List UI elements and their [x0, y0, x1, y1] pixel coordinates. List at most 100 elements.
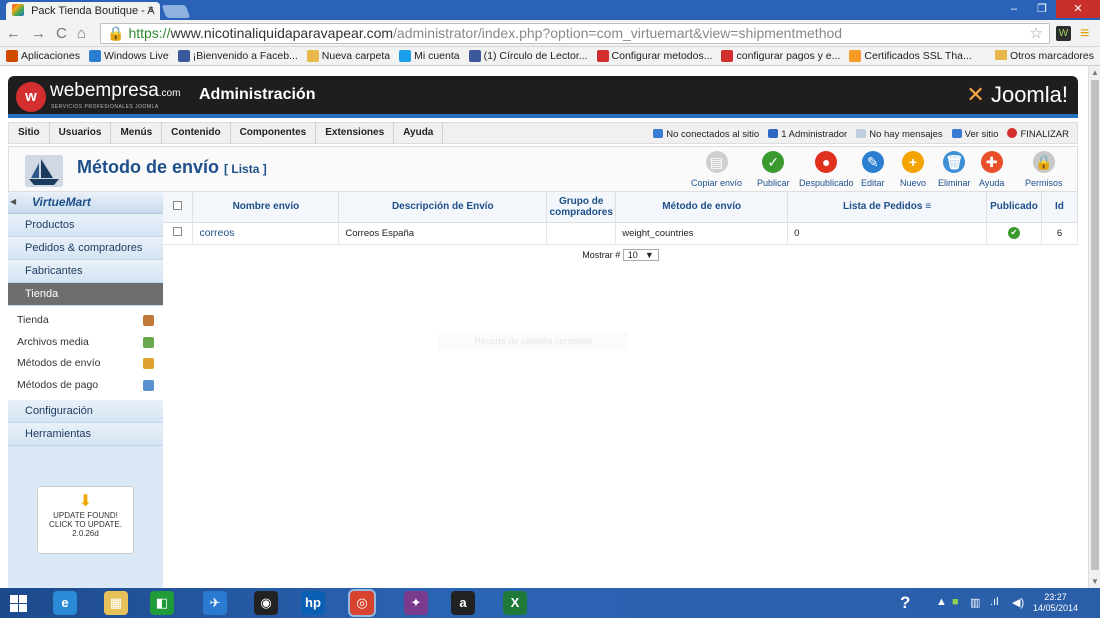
cell-lista-pedidos: 0	[787, 222, 987, 245]
bookmark-item[interactable]: Windows Live	[88, 50, 169, 62]
submenu-tienda[interactable]: Tienda	[8, 310, 163, 332]
bookmark-label: Nueva carpeta	[321, 50, 391, 62]
sidebar-item-pedidos[interactable]: Pedidos & compradores	[8, 237, 163, 260]
submenu-archivos-media[interactable]: Archivos media	[8, 332, 163, 354]
volume-icon[interactable]: ◀)	[1012, 596, 1024, 609]
other-bookmarks[interactable]: Otros marcadores	[995, 50, 1094, 62]
network-icon[interactable]: ▥	[970, 596, 980, 609]
publish-button[interactable]: ✓ Publicar	[757, 151, 790, 188]
close-window-button[interactable]: ✕	[1056, 0, 1100, 18]
sidebar-item-productos[interactable]: Productos	[8, 214, 163, 237]
menu-item-contenido[interactable]: Contenido	[162, 122, 231, 144]
update-button[interactable]: ⬇ UPDATE FOUND! CLICK TO UPDATE. 2.0.26d	[37, 486, 134, 554]
tray-expand-icon[interactable]: ▲	[936, 596, 947, 608]
edit-button[interactable]: ✎ Editar	[861, 151, 885, 188]
menu-item-usuarios[interactable]: Usuarios	[50, 122, 112, 144]
scroll-down-icon[interactable]: ▼	[1091, 577, 1099, 586]
bookmark-item[interactable]: (1) Círculo de Lector...	[468, 50, 588, 62]
select-all-header	[163, 192, 194, 223]
reload-icon[interactable]: C	[56, 25, 67, 42]
browser-tab[interactable]: Pack Tienda Boutique - A ×	[6, 2, 160, 20]
clock[interactable]: 23:27 14/05/2014	[1033, 592, 1078, 614]
bookmark-item[interactable]: Nueva carpeta	[306, 50, 391, 62]
new-button[interactable]: + Nuevo	[900, 151, 926, 188]
tray-app-icon[interactable]: ■	[952, 596, 959, 608]
bookmark-item[interactable]: ¡Bienvenido a Faceb...	[177, 50, 298, 62]
taskbar-app-icon[interactable]: ◎	[348, 589, 376, 617]
bookmark-item[interactable]: Mi cuenta	[399, 50, 460, 62]
cell-publicado: ✔	[986, 222, 1042, 245]
col-id[interactable]: Id	[1041, 192, 1079, 223]
cell-grupo	[546, 222, 617, 245]
delete-button[interactable]: 🗑 Eliminar	[938, 151, 971, 188]
submenu-metodos-pago[interactable]: Métodos de pago	[8, 375, 163, 397]
windows-start-icon[interactable]	[10, 595, 27, 612]
bookmark-star-icon[interactable]: ☆	[1030, 24, 1043, 42]
cell-id: 6	[1041, 222, 1079, 245]
taskbar-app-icon[interactable]: ✦	[404, 591, 428, 615]
submenu-metodos-envio[interactable]: Métodos de envío	[8, 353, 163, 375]
menu-item-extensiones[interactable]: Extensiones	[316, 122, 395, 144]
minimize-button[interactable]: –	[1000, 0, 1028, 18]
col-lista-pedidos[interactable]: Lista de Pedidos ≡	[787, 192, 987, 223]
limit-select[interactable]: 10 ▼	[622, 248, 659, 261]
home-icon[interactable]: ⌂	[77, 25, 86, 42]
payment-icon	[143, 379, 154, 391]
taskbar-app-icon[interactable]: a	[451, 591, 475, 615]
forward-icon[interactable]: →	[31, 25, 46, 42]
taskbar-app-icon[interactable]: e	[53, 591, 77, 615]
sidebar-item-fabricantes[interactable]: Fabricantes	[8, 260, 163, 283]
sidebar-item-tienda[interactable]: Tienda	[8, 283, 163, 306]
back-icon[interactable]: ←	[6, 25, 21, 42]
taskbar-app-icon[interactable]: ◉	[254, 591, 278, 615]
unpublish-button[interactable]: ● Despublicado	[799, 151, 854, 188]
chrome-menu-icon[interactable]: ≡	[1080, 25, 1089, 43]
tab-close-icon[interactable]: ×	[148, 4, 154, 16]
scroll-thumb[interactable]	[1091, 80, 1099, 570]
signal-icon[interactable]: .ıl	[990, 596, 999, 608]
menu-item-ayuda[interactable]: Ayuda	[394, 122, 444, 144]
copy-button[interactable]: ▤ Copiar envío	[691, 151, 742, 188]
scroll-up-icon[interactable]: ▲	[1091, 68, 1099, 77]
new-button-label: Nuevo	[900, 178, 927, 188]
menu-item-componentes[interactable]: Componentes	[231, 122, 317, 144]
new-tab-button[interactable]	[161, 5, 191, 18]
joomla-logo-icon: ✕	[966, 82, 985, 107]
col-grupo[interactable]: Grupo de compradores	[546, 192, 617, 223]
taskbar-app-icon[interactable]: ▦	[104, 591, 128, 615]
table-header-row: Nombre envío Descripción de Envío Grupo …	[163, 192, 1079, 223]
published-check-icon[interactable]: ✔	[1007, 227, 1020, 239]
logout-link[interactable]: FINALIZAR	[1007, 128, 1069, 140]
col-metodo[interactable]: Método de envío	[615, 192, 789, 223]
maximize-button[interactable]: ❐	[1028, 0, 1056, 18]
taskbar-app-icon[interactable]: X	[503, 591, 527, 615]
extension-icon[interactable]: W	[1056, 26, 1071, 41]
bookmark-item[interactable]: Configurar metodos...	[596, 50, 712, 62]
page-scrollbar[interactable]: ▲ ▼	[1088, 66, 1100, 588]
sidebar-item-configuracion[interactable]: Configuración	[8, 400, 163, 423]
col-publicado[interactable]: Publicado	[986, 192, 1042, 223]
taskbar-app-icon[interactable]: ✈	[203, 591, 227, 615]
bookmark-item[interactable]: Aplicaciones	[6, 50, 80, 62]
bookmark-item[interactable]: configurar pagos y e...	[721, 50, 840, 62]
shipment-name-link[interactable]: correos	[199, 227, 234, 239]
collapse-arrow-icon[interactable]: ◀	[10, 197, 16, 206]
menu-item-menus[interactable]: Menús	[111, 122, 163, 144]
taskbar-app-icon[interactable]: hp	[301, 591, 325, 615]
sidebar-item-herramientas[interactable]: Herramientas	[8, 423, 163, 446]
help-button[interactable]: ✚ Ayuda	[979, 151, 1004, 188]
url-bar[interactable]: 🔒 https://www.nicotinaliquidaparavapear.c…	[100, 23, 1050, 44]
menu-item-sitio[interactable]: Sitio	[9, 122, 50, 144]
messages-status[interactable]: No hay mensajes	[856, 128, 943, 140]
taskbar-app-icon[interactable]: ◧	[150, 591, 174, 615]
permissions-button[interactable]: 🔒 Permisos	[1025, 151, 1063, 188]
col-descripcion[interactable]: Descripción de Envío	[338, 192, 548, 223]
row-checkbox[interactable]	[173, 227, 183, 236]
bookmark-label: Aplicaciones	[21, 50, 80, 62]
view-site-link[interactable]: Ver sitio	[951, 128, 998, 140]
col-nombre[interactable]: Nombre envío	[192, 192, 340, 223]
taskbar: e ▦ ◧ ✈ ◉ hp ◎ ✦ a X ? ▲ ■ ▥ .ıl ◀) 23:27 14/05/2…	[0, 588, 1100, 618]
bookmark-item[interactable]: Certificados SSL Tha...	[849, 50, 972, 62]
select-all-checkbox[interactable]	[173, 200, 183, 210]
help-tray-icon[interactable]: ?	[900, 593, 910, 613]
